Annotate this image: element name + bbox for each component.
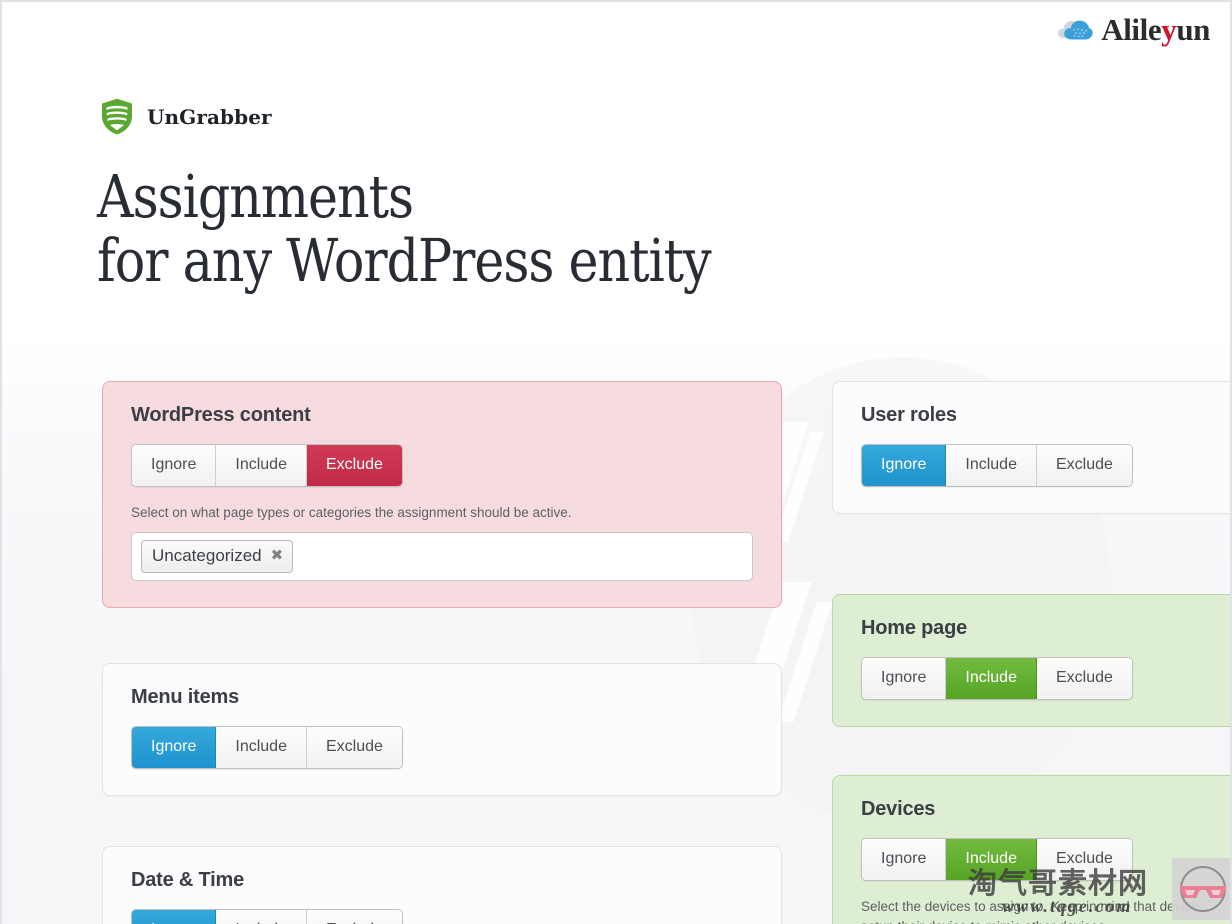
segmented-control-home-page[interactable]: Ignore Include Exclude [861,657,1133,700]
shield-icon [101,98,133,135]
token-label: Uncategorized [152,545,262,565]
segment-include[interactable]: Include [216,909,307,924]
brand-name: Alileyun [1101,14,1210,45]
card-title: Menu items [131,685,240,708]
left-column: WordPress content Ignore Include Exclude… [102,381,782,924]
card-title: Date & Time [131,868,245,891]
card-date-time: Date & Time Ignore Include Exclude [102,845,782,924]
segment-exclude[interactable]: Exclude [306,909,402,924]
card-home-page: Home page Ignore Include Exclude [832,594,1230,727]
segment-include[interactable]: Include [946,445,1037,486]
segment-ignore[interactable]: Ignore [862,839,947,880]
card-title: Home page [861,617,968,639]
segment-exclude[interactable]: Exclude [1036,445,1132,486]
page-root: Alileyun UnGrabber Assignments for any W… [0,0,1232,924]
brand-name-accent: y [1161,12,1177,47]
segment-exclude[interactable]: Exclude [306,726,402,768]
segmented-control-menu-items[interactable]: Ignore Include Exclude [131,725,403,769]
segment-include[interactable]: Include [216,726,307,768]
category-token-input[interactable]: Uncategorized ✖ [131,531,753,581]
segment-include[interactable]: Include [946,839,1037,880]
segment-exclude[interactable]: Exclude [306,445,402,486]
segment-ignore[interactable]: Ignore [132,445,217,486]
segmented-control-user-roles[interactable]: Ignore Include Exclude [861,444,1133,487]
segment-exclude[interactable]: Exclude [1036,839,1132,880]
right-column: User roles Ignore Include Exclude Home p… [832,381,1230,924]
segmented-control-date-time[interactable]: Ignore Include Exclude [131,908,403,924]
brand-name-part1: Alile [1101,12,1162,47]
product-name: UnGrabber [147,104,272,129]
card-title: WordPress content [131,404,311,426]
card-description: Select the devices to assign to. Keep in… [861,899,1199,924]
segment-exclude[interactable]: Exclude [1036,658,1132,699]
token-uncategorized[interactable]: Uncategorized ✖ [141,539,294,573]
card-title: Devices [861,798,936,820]
segment-ignore[interactable]: Ignore [862,445,947,486]
product-logo: UnGrabber [101,98,272,135]
segment-ignore[interactable]: Ignore [132,909,217,924]
page-title: Assignments for any WordPress entity [97,162,712,295]
card-menu-items: Menu items Ignore Include Exclude [102,662,782,796]
segmented-control-wordpress-content[interactable]: Ignore Include Exclude [131,444,403,487]
card-wordpress-content: WordPress content Ignore Include Exclude… [102,381,782,608]
segment-include[interactable]: Include [216,445,307,486]
close-icon[interactable]: ✖ [271,548,284,563]
brand-name-part2: un [1176,12,1210,47]
card-user-roles: User roles Ignore Include Exclude [832,381,1230,514]
cloud-icon [1057,17,1093,43]
card-title: User roles [861,404,957,426]
card-devices: Devices Ignore Include Exclude Select th… [832,775,1230,924]
segment-include[interactable]: Include [946,658,1037,699]
card-description: Select on what page types or categories … [131,505,572,520]
background-streak-4 [777,602,833,722]
segment-ignore[interactable]: Ignore [862,658,947,699]
brand-logo: Alileyun [1057,14,1210,45]
segment-ignore[interactable]: Ignore [132,726,217,768]
segmented-control-devices[interactable]: Ignore Include Exclude [861,838,1133,881]
